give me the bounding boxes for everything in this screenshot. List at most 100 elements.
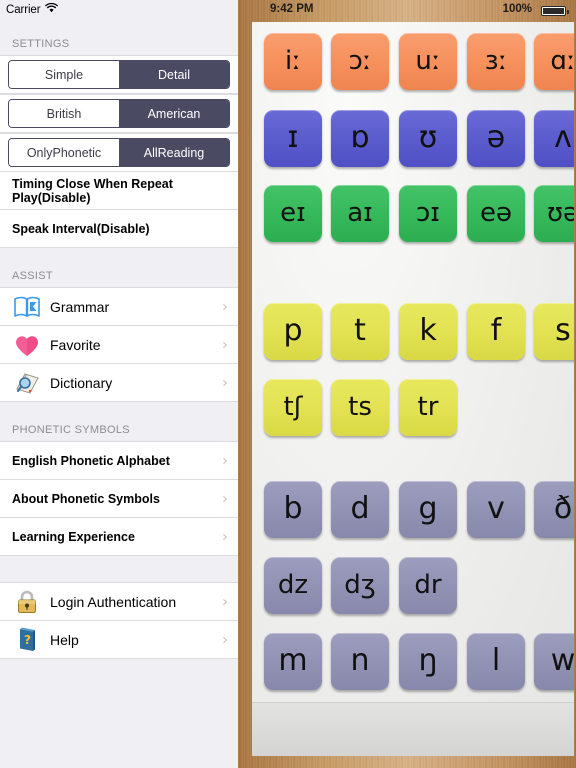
chevron-right-icon: ›	[222, 527, 228, 545]
phonetic-symbol: ɜː	[484, 45, 508, 76]
phonetic-tile-diphthongs-1[interactable]: eɪ	[264, 185, 322, 242]
phonetic-tile-long-vowels-5[interactable]: ɑː	[534, 33, 574, 90]
phonetic-symbol: ɑː	[550, 45, 574, 76]
phonetic-symbol: ɔː	[348, 45, 372, 76]
sidebar-label-english-phonetic-alphabet: English Phonetic Alphabet	[12, 453, 170, 468]
phonetic-symbol: d	[350, 490, 370, 526]
phonetic-tile-diphthongs-5[interactable]: ʊə	[534, 185, 574, 242]
phonetic-tile-voiced-1-5[interactable]: ð	[534, 481, 574, 538]
phonetic-tile-long-vowels-3[interactable]: uː	[399, 33, 457, 90]
phonetic-tile-voiced-1-2[interactable]: d	[331, 481, 389, 538]
phonetic-tile-diphthongs-3[interactable]: ɔɪ	[399, 185, 457, 242]
segment-simple[interactable]: Simple	[9, 61, 119, 88]
segment-only-phonetic[interactable]: OnlyPhonetic	[9, 139, 119, 166]
segmented-control-display-mode[interactable]: Simple Detail	[8, 60, 230, 89]
lock-icon	[12, 588, 42, 616]
phonetic-symbol: dr	[414, 569, 442, 600]
phonetic-symbol: iː	[285, 45, 301, 76]
phonetic-tile-voiced-2-1[interactable]: dz	[264, 557, 322, 614]
chevron-right-icon: ›	[222, 630, 228, 648]
chevron-right-icon: ›	[222, 373, 228, 391]
phonetic-tile-nasals-glides-4[interactable]: l	[467, 633, 525, 690]
dictionary-icon	[12, 369, 42, 397]
sidebar-item-about-phonetic-symbols[interactable]: About Phonetic Symbols ›	[0, 480, 238, 518]
sidebar-item-learning-experience[interactable]: Learning Experience ›	[0, 518, 238, 556]
phonetic-tile-voiced-2-3[interactable]: dr	[399, 557, 457, 614]
phonetic-tile-diphthongs-4[interactable]: eə	[467, 185, 525, 242]
setting-row-timing-close[interactable]: Timing Close When Repeat Play(Disable)	[0, 172, 238, 210]
device-status-bar: 9:42 PM 100%	[250, 0, 576, 20]
phonetic-tile-nasals-glides-5[interactable]: w	[534, 633, 574, 690]
phonetic-tile-voiceless-1-1[interactable]: p	[264, 303, 322, 360]
phonetic-symbol: eə	[480, 197, 512, 228]
phonetic-tile-voiced-1-4[interactable]: v	[467, 481, 525, 538]
battery-full-icon	[541, 6, 570, 16]
sidebar-status-bar: Carrier	[0, 0, 238, 20]
sidebar-item-dictionary[interactable]: Dictionary ›	[0, 364, 238, 402]
phonetic-symbol: ʌ	[554, 119, 572, 155]
battery-percent-label: 100%	[502, 3, 532, 15]
phonetic-tile-voiceless-1-5[interactable]: s	[534, 303, 574, 360]
sidebar-item-favorite[interactable]: Favorite ›	[0, 326, 238, 364]
segment-british[interactable]: British	[9, 100, 119, 127]
phonetic-symbol: k	[419, 312, 437, 348]
phonetic-tile-voiced-1-1[interactable]: b	[264, 481, 322, 538]
sidebar-item-grammar[interactable]: Grammar ›	[0, 287, 238, 326]
segmented-control-reading-mode[interactable]: OnlyPhonetic AllReading	[8, 138, 230, 167]
board-bottom-bar	[252, 702, 574, 756]
segmented-control-accent[interactable]: British American	[8, 99, 230, 128]
section-gap	[0, 556, 238, 582]
phonetic-symbol: g	[418, 490, 438, 526]
segment-all-reading[interactable]: AllReading	[119, 139, 229, 166]
sidebar-label-learning-experience: Learning Experience	[12, 529, 135, 544]
sidebar-item-help[interactable]: ? Help ›	[0, 621, 238, 659]
phonetic-symbol: ʊ	[418, 119, 438, 155]
phonetic-tile-long-vowels-2[interactable]: ɔː	[331, 33, 389, 90]
phonetic-tile-voiceless-1-4[interactable]: f	[467, 303, 525, 360]
phonetic-symbol: uː	[415, 45, 441, 76]
phonetic-tile-nasals-glides-3[interactable]: ŋ	[399, 633, 457, 690]
phonetic-symbol: s	[555, 312, 571, 348]
sidebar-label-help: Help	[50, 631, 79, 648]
phonetic-board-screen: iː ɔː uː ɜː ɑː ɪ ɒ ʊ ə ʌ eɪ aɪ ɔɪ eə ʊə p t k f s tʃ ts tr b d g v…	[252, 22, 574, 756]
phonetic-tile-voiced-2-2[interactable]: dʒ	[331, 557, 389, 614]
book-icon	[12, 293, 42, 321]
sidebar-label-favorite: Favorite	[50, 336, 101, 353]
chevron-right-icon: ›	[222, 451, 228, 469]
phonetic-tile-diphthongs-2[interactable]: aɪ	[331, 185, 389, 242]
phonetic-tile-voiced-1-3[interactable]: g	[399, 481, 457, 538]
chevron-right-icon: ›	[222, 335, 228, 353]
phonetic-tile-long-vowels-1[interactable]: iː	[264, 33, 322, 90]
phonetic-tile-short-vowels-4[interactable]: ə	[467, 110, 525, 167]
phonetic-symbol: dz	[277, 569, 309, 600]
phonetic-tile-short-vowels-2[interactable]: ɒ	[331, 110, 389, 167]
phonetic-symbol: dʒ	[344, 569, 376, 600]
chevron-right-icon: ›	[222, 489, 228, 507]
heart-icon	[12, 331, 42, 359]
phonetic-tile-long-vowels-4[interactable]: ɜː	[467, 33, 525, 90]
sidebar-item-english-phonetic-alphabet[interactable]: English Phonetic Alphabet ›	[0, 441, 238, 480]
setting-label-speak-interval: Speak Interval(Disable)	[12, 221, 150, 236]
phonetic-tile-short-vowels-5[interactable]: ʌ	[534, 110, 574, 167]
phonetic-tile-short-vowels-1[interactable]: ɪ	[264, 110, 322, 167]
segment-american[interactable]: American	[119, 100, 229, 127]
phonetic-tile-voiceless-2-3[interactable]: tr	[399, 379, 457, 436]
phonetic-symbol: tʃ	[283, 391, 303, 422]
phonetic-tile-short-vowels-3[interactable]: ʊ	[399, 110, 457, 167]
phonetic-symbol: tr	[417, 391, 439, 422]
phonetic-symbol: n	[350, 642, 370, 678]
phonetic-symbol: w	[550, 642, 574, 678]
phonetic-symbol: ts	[348, 391, 372, 422]
phonetic-symbol: aɪ	[347, 197, 373, 228]
phonetic-tile-voiceless-2-2[interactable]: ts	[331, 379, 389, 436]
setting-row-speak-interval[interactable]: Speak Interval(Disable)	[0, 210, 238, 248]
phonetic-tile-nasals-glides-2[interactable]: n	[331, 633, 389, 690]
chevron-right-icon: ›	[222, 592, 228, 610]
phonetic-tile-voiceless-1-3[interactable]: k	[399, 303, 457, 360]
segment-detail[interactable]: Detail	[119, 61, 229, 88]
phonetic-tile-voiceless-2-1[interactable]: tʃ	[264, 379, 322, 436]
phonetic-tile-nasals-glides-1[interactable]: m	[264, 633, 322, 690]
phonetic-symbol: t	[354, 312, 366, 348]
sidebar-item-login-authentication[interactable]: Login Authentication ›	[0, 582, 238, 621]
phonetic-tile-voiceless-1-2[interactable]: t	[331, 303, 389, 360]
